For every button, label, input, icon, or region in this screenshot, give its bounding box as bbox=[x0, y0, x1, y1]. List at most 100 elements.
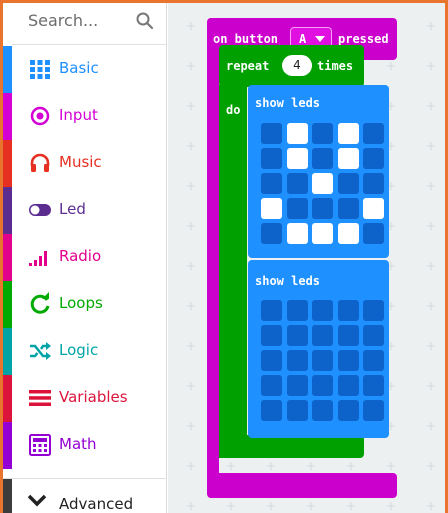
category-input[interactable]: Input bbox=[3, 93, 167, 140]
led-cell[interactable] bbox=[337, 123, 359, 144]
led-cell[interactable] bbox=[286, 223, 308, 244]
code-workspace[interactable]: on button A pressed repeat 4 times do sh… bbox=[168, 3, 445, 513]
led-cell[interactable] bbox=[312, 198, 333, 219]
event-block-spine bbox=[207, 56, 219, 476]
led-cell[interactable] bbox=[337, 375, 359, 396]
category-color-bar bbox=[3, 422, 12, 469]
led-cell[interactable] bbox=[261, 198, 282, 219]
led-cell[interactable] bbox=[261, 123, 282, 144]
led-cell[interactable] bbox=[286, 300, 308, 321]
led-cell[interactable] bbox=[286, 375, 308, 396]
dropdown-arrow-icon bbox=[315, 36, 325, 42]
target-icon bbox=[30, 106, 50, 126]
category-loops[interactable]: Loops bbox=[3, 281, 167, 328]
category-music[interactable]: Music bbox=[3, 140, 167, 187]
list-icon bbox=[29, 390, 51, 406]
led-cell[interactable] bbox=[312, 325, 333, 346]
led-cell[interactable] bbox=[261, 148, 282, 169]
show-leds-block-1[interactable]: show leds bbox=[248, 85, 389, 258]
category-variables[interactable]: Variables bbox=[3, 375, 167, 422]
category-label: Variables bbox=[59, 388, 128, 406]
led-cell[interactable] bbox=[337, 400, 359, 421]
led-cell[interactable] bbox=[363, 325, 384, 346]
category-math[interactable]: Math bbox=[3, 422, 167, 469]
led-cell[interactable] bbox=[363, 300, 384, 321]
led-cell[interactable] bbox=[286, 123, 308, 144]
category-basic[interactable]: Basic bbox=[3, 46, 167, 93]
led-cell[interactable] bbox=[261, 173, 282, 194]
category-color-bar bbox=[3, 375, 12, 422]
show-leds-block-2[interactable]: show leds bbox=[248, 260, 389, 438]
led-cell[interactable] bbox=[363, 375, 384, 396]
led-cell[interactable] bbox=[261, 223, 282, 244]
category-label: Music bbox=[59, 153, 102, 171]
led-cell[interactable] bbox=[363, 173, 384, 194]
led-cell[interactable] bbox=[337, 300, 359, 321]
led-cell[interactable] bbox=[312, 173, 333, 194]
category-logic[interactable]: Logic bbox=[3, 328, 167, 375]
toggle-icon bbox=[29, 204, 51, 216]
led-cell[interactable] bbox=[337, 325, 359, 346]
led-cell[interactable] bbox=[261, 400, 282, 421]
led-cell[interactable] bbox=[261, 300, 282, 321]
led-cell[interactable] bbox=[261, 350, 282, 371]
led-cell[interactable] bbox=[337, 223, 359, 244]
category-color-bar bbox=[3, 187, 12, 234]
category-label: Input bbox=[59, 106, 98, 124]
led-cell[interactable] bbox=[363, 223, 384, 244]
led-cell[interactable] bbox=[363, 148, 384, 169]
headphones-icon bbox=[30, 153, 50, 172]
led-cell[interactable] bbox=[312, 148, 333, 169]
led-cell[interactable] bbox=[312, 375, 333, 396]
category-radio[interactable]: Radio bbox=[3, 234, 167, 281]
led-cell[interactable] bbox=[261, 325, 282, 346]
led-cell[interactable] bbox=[337, 173, 359, 194]
led-cell[interactable] bbox=[286, 148, 308, 169]
led-cell[interactable] bbox=[286, 350, 308, 371]
led-cell[interactable] bbox=[337, 148, 359, 169]
led-cell[interactable] bbox=[363, 198, 384, 219]
refresh-icon bbox=[30, 292, 50, 314]
led-cell[interactable] bbox=[286, 198, 308, 219]
show-leds-label: show leds bbox=[255, 96, 321, 110]
category-label: Radio bbox=[59, 247, 102, 265]
repeat-block-footer bbox=[219, 435, 364, 458]
category-label: Math bbox=[59, 435, 97, 453]
search-input[interactable]: Search... bbox=[28, 11, 98, 30]
toolbox-sidebar: Search... Basic Input Music Led Radio Lo… bbox=[3, 3, 167, 513]
led-cell[interactable] bbox=[286, 325, 308, 346]
event-block-footer bbox=[207, 473, 397, 498]
led-cell[interactable] bbox=[312, 400, 333, 421]
calculator-icon bbox=[29, 434, 51, 456]
category-led[interactable]: Led bbox=[3, 187, 167, 234]
category-advanced[interactable]: Advanced bbox=[3, 478, 167, 513]
led-cell[interactable] bbox=[363, 350, 384, 371]
led-cell[interactable] bbox=[363, 400, 384, 421]
led-cell[interactable] bbox=[312, 350, 333, 371]
led-cell[interactable] bbox=[363, 123, 384, 144]
category-color-bar bbox=[3, 328, 12, 375]
led-cell[interactable] bbox=[286, 173, 308, 194]
led-cell[interactable] bbox=[312, 300, 333, 321]
category-label: Logic bbox=[59, 341, 99, 359]
search-box[interactable]: Search... bbox=[12, 3, 167, 45]
category-label: Basic bbox=[59, 59, 99, 77]
repeat-block-header[interactable]: repeat 4 times bbox=[219, 45, 364, 87]
led-cell[interactable] bbox=[312, 223, 333, 244]
led-cell[interactable] bbox=[312, 123, 333, 144]
led-cell[interactable] bbox=[337, 198, 359, 219]
led-cell[interactable] bbox=[261, 375, 282, 396]
event-prefix-label: on button bbox=[213, 32, 279, 46]
repeat-suffix-label: times bbox=[317, 59, 354, 73]
category-color-bar bbox=[3, 281, 12, 328]
search-icon[interactable] bbox=[135, 11, 155, 31]
repeat-count-input[interactable]: 4 bbox=[282, 55, 312, 76]
chevron-down-icon bbox=[27, 494, 47, 507]
signal-bars-icon bbox=[29, 251, 47, 266]
repeat-block-spine: do bbox=[219, 85, 247, 458]
led-cell[interactable] bbox=[337, 350, 359, 371]
category-color-bar bbox=[3, 46, 12, 93]
led-cell[interactable] bbox=[286, 400, 308, 421]
category-color-bar bbox=[3, 93, 12, 140]
category-label: Loops bbox=[59, 294, 103, 312]
